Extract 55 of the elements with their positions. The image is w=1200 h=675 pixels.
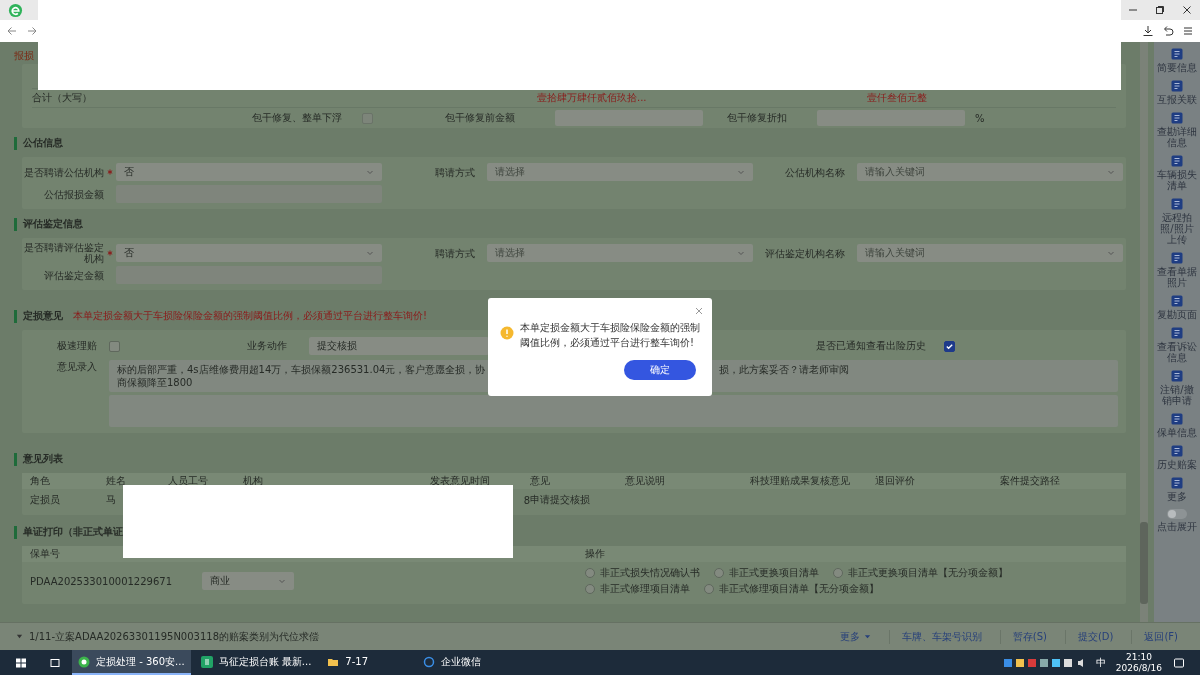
table-cell-text: 8 — [522, 494, 530, 506]
column-header: 人员工号 — [168, 474, 209, 488]
column-header: 保单号 — [30, 547, 61, 561]
field-label: 公估机构名称 — [784, 166, 846, 178]
section-title: 定损意见 — [23, 309, 63, 323]
opinion-text: 损，此方案妥否？请老师审阅 — [719, 363, 849, 377]
field-label: 业务动作 — [247, 339, 288, 353]
field-label: 包干修复前金额 — [445, 111, 516, 125]
column-header: 意见 — [530, 474, 551, 488]
radio-label: 非正式更换项目清单 — [729, 566, 819, 580]
field-label: 聘请方式 — [433, 247, 475, 259]
column-header: 科技理赔成果复核意见 — [750, 474, 851, 488]
section-title: 公估信息 — [23, 136, 63, 150]
column-header: 姓名 — [106, 474, 127, 488]
radio-label: 非正式更换项目清单【无分项金额】 — [848, 566, 1008, 580]
checkbox-label: 包干修复、整单下浮 — [252, 111, 343, 125]
checkbox-label: 是否已通知查看出险历史 — [816, 339, 927, 353]
field-label: 是否聘请公估机构 — [23, 166, 104, 178]
clock-date: 2026/8/16 — [1115, 662, 1162, 674]
column-header: 意见说明 — [625, 474, 666, 488]
field-label: 包干修复折扣 — [727, 111, 788, 125]
toggle-label: 点击展开 — [1156, 521, 1198, 532]
table-cell-text: 申请提交核损 — [530, 493, 591, 507]
warning-text: 本单定损金额大于车损险保险金额的强制阈值比例，必须通过平台进行整车询价! — [73, 309, 427, 323]
section-title: 单证打印（非正式单证 — [23, 525, 123, 539]
column-header: 操作 — [585, 547, 606, 561]
section-label: 报损 — [14, 49, 35, 63]
checkbox-label: 极速理赔 — [56, 339, 97, 353]
section-title: 意见列表 — [23, 452, 63, 466]
total-label: 合计（大写） — [32, 91, 93, 105]
radio-label: 非正式损失情况确认书 — [600, 566, 700, 580]
column-header: 退回评价 — [875, 474, 916, 488]
section-title: 评估鉴定信息 — [23, 217, 83, 231]
total-amount: 壹拾肆万肆仟贰佰玖拾... — [537, 91, 648, 105]
column-header: 机构 — [243, 474, 264, 488]
policy-number: PDAA202533010001229671 — [30, 575, 174, 587]
column-header: 案件提交路径 — [1000, 474, 1061, 488]
field-label: 公估报损金额 — [43, 188, 104, 200]
table-cell-text: 马 — [106, 493, 117, 507]
notice-text: 1/11-立案ADAA20263301195N003118的赔案类别为代位求偿 — [29, 629, 320, 644]
radio-label: 非正式修理项目清单 — [600, 582, 690, 596]
field-label: 聘请方式 — [433, 166, 475, 178]
unit-label: % — [975, 112, 985, 124]
dialog-message: 本单定损金额大于车损险保险金额的强制阈值比例，必须通过平台进行整车询价! — [520, 321, 700, 350]
field-label: 评估鉴定金额 — [43, 269, 104, 281]
field-label: 是否聘请评估鉴定机构 — [23, 242, 104, 264]
field-label: 意见录入 — [56, 360, 97, 374]
column-header: 发表意见时间 — [430, 474, 491, 488]
field-label: 评估鉴定机构名称 — [764, 247, 846, 259]
column-header: 角色 — [30, 474, 51, 488]
clock-time: 21:10 — [1125, 651, 1152, 663]
opinion-text: 标的后部严重，4s店维修费用超14万，车损保额236531.04元，客户意愿全损，协商保额降至1800 — [117, 363, 487, 389]
radio-label: 非正式修理项目清单【无分项金额】 — [719, 582, 879, 596]
table-cell-text: 定损员 — [30, 493, 61, 507]
total-amount: 壹仟叁佰元整 — [867, 91, 927, 105]
